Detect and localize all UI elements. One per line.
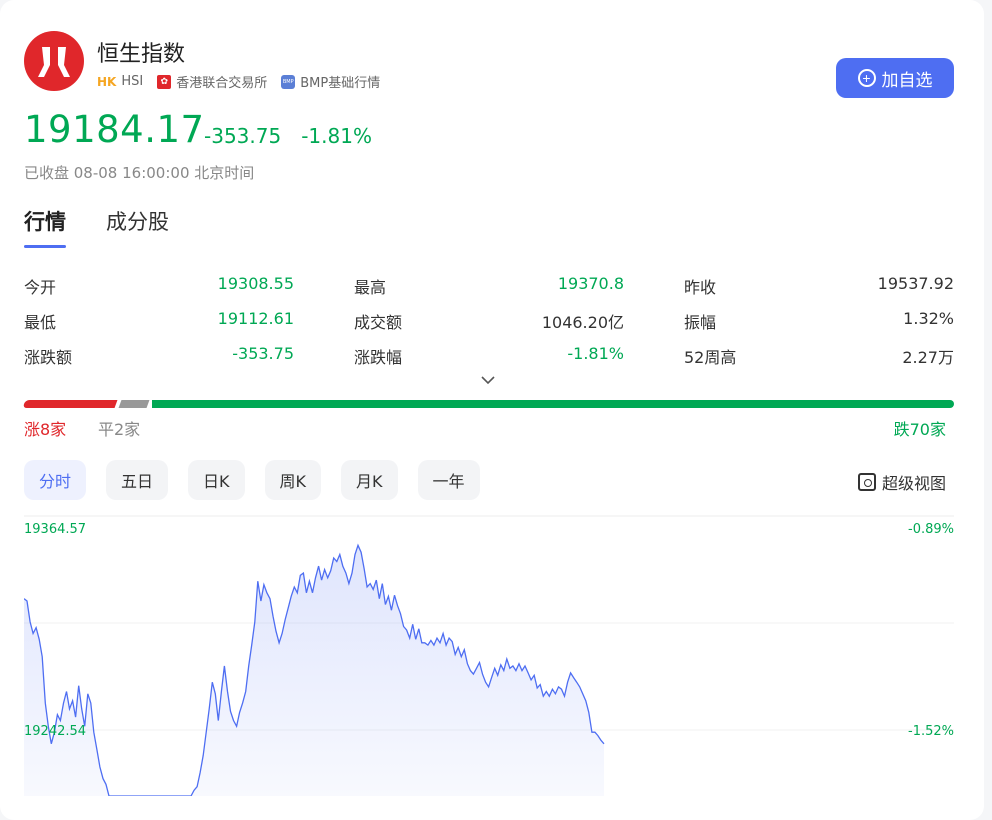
- breadth-up-label: 涨8家: [24, 420, 67, 439]
- market-status: 已收盘 08-08 16:00:00 北京时间: [24, 164, 255, 182]
- stat-label-high: 最高: [354, 277, 387, 297]
- bmp-icon: BMP: [281, 74, 296, 89]
- stat-value-change-pct: -1.81%: [567, 343, 624, 363]
- tab-market[interactable]: 行情: [24, 206, 66, 248]
- breadth-down-segment: [152, 400, 954, 408]
- period-monthly-k[interactable]: 月K: [341, 460, 398, 500]
- super-view-label: 超级视图: [881, 474, 946, 493]
- stat-value-52w-high: 2.27万: [902, 347, 954, 367]
- breadth-flat-label: 平2家: [98, 420, 141, 439]
- stat-value-open: 19308.55: [217, 273, 294, 293]
- market-tag: HK: [97, 74, 117, 89]
- period-intraday[interactable]: 分时: [24, 460, 87, 500]
- hsi-logo-icon: [24, 31, 84, 91]
- stat-label-change-pct: 涨跌幅: [354, 347, 403, 367]
- fullscreen-icon: [857, 473, 876, 491]
- stats-row: 涨跌额 -353.75 涨跌幅 -1.81% 52周高 2.27万: [24, 338, 954, 373]
- exchange-name: 香港联合交易所: [176, 76, 268, 91]
- period-1year[interactable]: 一年: [417, 460, 480, 500]
- hk-flag-icon: ✿: [157, 74, 172, 89]
- index-code: HSI: [121, 74, 144, 89]
- stat-label-turnover: 成交额: [354, 312, 403, 332]
- intraday-chart[interactable]: 19364.57 19242.54 -0.89% -1.52%: [23, 512, 954, 798]
- tab-constituents[interactable]: 成分股: [106, 206, 169, 248]
- period-weekly-k[interactable]: 周K: [264, 460, 322, 500]
- quote-card: 恒生指数 HK HSI ✿ 香港联合交易所 BMP BMP基础行情 + 加自选 …: [0, 0, 984, 820]
- index-title: 恒生指数: [97, 42, 186, 67]
- stats-row: 今开 19308.55 最高 19370.8 昨收 19537.92: [24, 268, 954, 303]
- stat-label-low: 最低: [24, 312, 57, 332]
- y-left-mid-label: 19242.54: [24, 724, 87, 739]
- plus-circle-icon: +: [857, 69, 876, 87]
- super-view-button[interactable]: 超级视图: [857, 470, 946, 494]
- add-watchlist-label: 加自选: [881, 70, 933, 90]
- y-left-top-label: 19364.57: [24, 522, 87, 537]
- change-percent: -1.81%: [301, 124, 372, 148]
- stat-label-amplitude: 振幅: [684, 312, 717, 332]
- add-watchlist-button[interactable]: + 加自选: [836, 58, 954, 98]
- y-right-top-label: -0.89%: [908, 522, 954, 537]
- stat-value-high: 19370.8: [557, 273, 624, 293]
- price-change: -353.75 -1.81%: [204, 124, 372, 148]
- breadth-down-label: 跌70家: [893, 420, 946, 439]
- main-tabs: 行情 成分股: [24, 206, 169, 248]
- stat-value-change: -353.75: [232, 343, 294, 363]
- breadth-bar: [22, 400, 954, 408]
- stats-grid: 今开 19308.55 最高 19370.8 昨收 19537.92 最低 19112.…: [24, 268, 954, 373]
- stat-label-change: 涨跌额: [24, 347, 73, 367]
- expand-chevron-icon[interactable]: [481, 373, 495, 389]
- stat-label-prev-close: 昨收: [684, 277, 717, 297]
- breadth-up-segment: [22, 400, 118, 408]
- period-5day[interactable]: 五日: [106, 460, 169, 500]
- stat-value-low: 19112.61: [217, 308, 294, 328]
- y-right-mid-label: -1.52%: [908, 724, 954, 739]
- index-meta: HK HSI ✿ 香港联合交易所 BMP BMP基础行情: [97, 72, 380, 91]
- last-price: 19184.17: [24, 108, 205, 151]
- stat-label-open: 今开: [24, 277, 57, 297]
- chart-svg: [23, 515, 954, 798]
- stat-label-52w-high: 52周高: [684, 347, 737, 367]
- change-amount: -353.75: [204, 124, 282, 148]
- stats-row: 最低 19112.61 成交额 1046.20亿 振幅 1.32%: [24, 303, 954, 338]
- stat-value-amplitude: 1.32%: [903, 308, 954, 328]
- period-selector: 分时 五日 日K 周K 月K 一年: [24, 460, 480, 500]
- stat-value-turnover: 1046.20亿: [541, 312, 624, 332]
- period-daily-k[interactable]: 日K: [188, 460, 245, 500]
- stat-value-prev-close: 19537.92: [877, 273, 954, 293]
- breadth-flat-segment: [118, 400, 150, 408]
- data-source: BMP基础行情: [300, 76, 381, 91]
